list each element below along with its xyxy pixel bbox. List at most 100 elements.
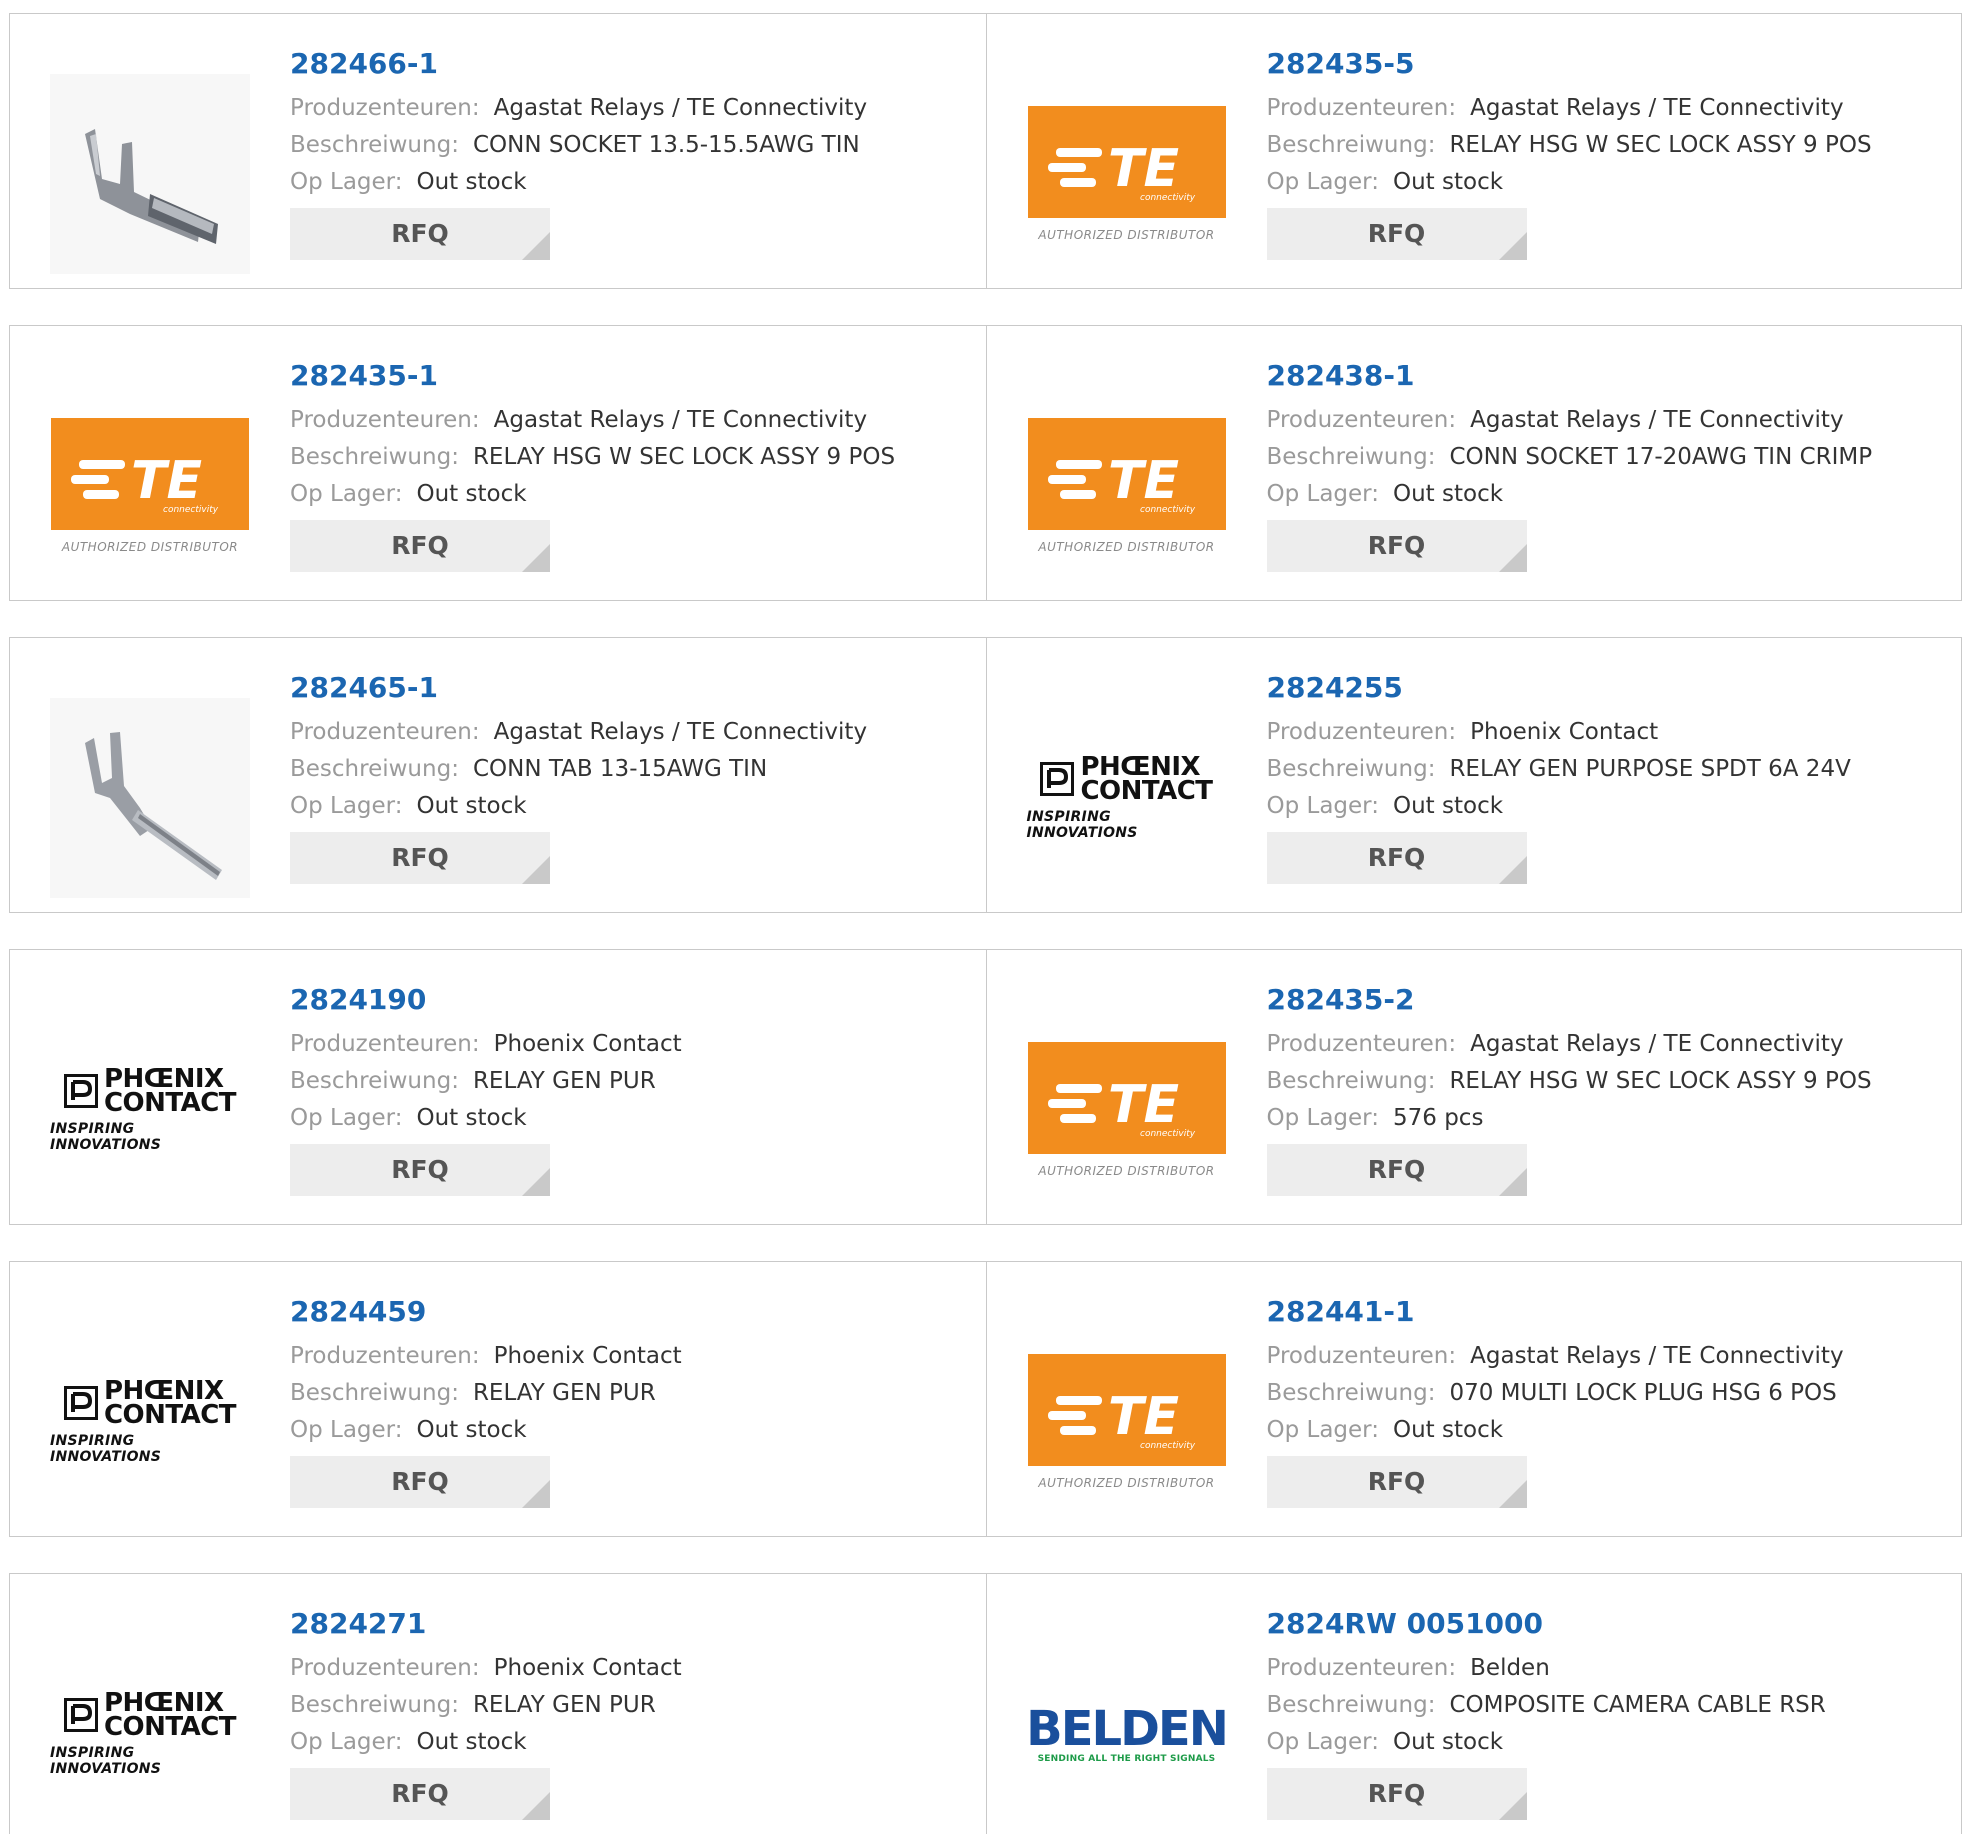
product-info: 2824190 Produzenteuren: Phoenix Contact Bes… (290, 980, 966, 1196)
product-thumbnail[interactable]: TE connectivity AUTHORIZED DISTRIBUTOR (1027, 1010, 1227, 1210)
product-thumbnail[interactable]: PHŒNIX CONTACT INSPIRING INNOVATIONS (50, 1634, 250, 1834)
product-info: 2824271 Produzenteuren: Phoenix Contact Bes… (290, 1604, 966, 1820)
part-number-link[interactable]: 2824459 (290, 1292, 966, 1338)
rfq-button[interactable]: RFQ (290, 208, 550, 260)
te-logo-tagline: AUTHORIZED DISTRIBUTOR (61, 540, 239, 554)
manufacturer-label: Produzenteuren: (1266, 407, 1457, 433)
manufacturer-label: Produzenteuren: (290, 407, 480, 433)
product-thumbnail[interactable]: TE connectivity AUTHORIZED DISTRIBUTOR (1027, 1322, 1227, 1522)
belden-logo-tagline: SENDING ALL THE RIGHT SIGNALS (1037, 1754, 1216, 1764)
product-thumbnail[interactable]: PHŒNIX CONTACT INSPIRING INNOVATIONS (1027, 698, 1227, 898)
te-logo-word: TE (131, 451, 202, 511)
te-logo-box: TE connectivity (51, 418, 249, 530)
stock-line: Op Lager: Out stock (1267, 1412, 1942, 1449)
part-number-link[interactable]: 2824255 (1267, 668, 1942, 714)
part-number-link[interactable]: 282435-5 (1267, 44, 1942, 90)
stock-line: Op Lager: 576 pcs (1267, 1100, 1942, 1137)
part-number-link[interactable]: 282438-1 (1267, 356, 1942, 402)
description-line: Beschreiwung: COMPOSITE CAMERA CABLE RSR (1267, 1687, 1942, 1724)
description-line: Beschreiwung: RELAY HSG W SEC LOCK ASSY 9… (290, 439, 966, 476)
product-thumbnail[interactable]: TE connectivity AUTHORIZED DISTRIBUTOR (1027, 74, 1227, 274)
part-number-link[interactable]: 282466-1 (290, 44, 966, 90)
te-logo-box: TE connectivity (1027, 1354, 1226, 1466)
te-logo-tagline: AUTHORIZED DISTRIBUTOR (1038, 540, 1215, 554)
product-info: 282466-1 Produzenteuren: Agastat Relays / … (290, 44, 966, 260)
rfq-button-label: RFQ (391, 219, 449, 248)
corner-triangle-icon (1498, 232, 1527, 260)
description-value: RELAY GEN PUR (472, 1380, 656, 1406)
rfq-button[interactable]: RFQ (290, 1456, 550, 1508)
te-logo-word: TE (1108, 451, 1179, 511)
description-value: CONN SOCKET 13.5-15.5AWG TIN (472, 132, 860, 158)
rfq-button[interactable]: RFQ (1266, 832, 1527, 884)
stock-line: Op Lager: Out stock (290, 476, 966, 513)
product-info: 282465-1 Produzenteuren: Agastat Relays / … (290, 668, 966, 884)
te-logo-mark: TE connectivity (1047, 1075, 1195, 1139)
te-logo-mark: TE connectivity (1047, 451, 1195, 515)
part-number-link[interactable]: 282435-2 (1267, 980, 1942, 1026)
product-thumbnail[interactable]: PHŒNIX CONTACT INSPIRING INNOVATIONS (50, 1010, 250, 1210)
stock-value: Out stock (416, 1105, 527, 1131)
rfq-button-label: RFQ (1367, 843, 1426, 872)
description-label: Beschreiwung: (1266, 1068, 1436, 1094)
manufacturer-line: Produzenteuren: Agastat Relays / TE Conne… (1267, 90, 1942, 127)
rfq-button[interactable]: RFQ (1266, 1144, 1527, 1196)
description-label: Beschreiwung: (290, 1692, 459, 1718)
corner-triangle-icon (522, 544, 550, 572)
description-line: Beschreiwung: CONN SOCKET 13.5-15.5AWG TI… (290, 127, 966, 164)
rfq-button-label: RFQ (391, 843, 449, 872)
rfq-button[interactable]: RFQ (1266, 208, 1527, 260)
product-thumbnail[interactable]: PHŒNIX CONTACT INSPIRING INNOVATIONS (50, 1322, 250, 1522)
product-thumbnail[interactable] (50, 74, 250, 274)
part-number-link[interactable]: 282435-1 (290, 356, 966, 402)
part-number-link[interactable]: 282441-1 (1267, 1292, 1942, 1338)
product-thumbnail[interactable]: TE connectivity AUTHORIZED DISTRIBUTOR (1027, 386, 1227, 586)
manufacturer-value: Phoenix Contact (493, 1031, 682, 1057)
te-logo-small: connectivity (163, 505, 219, 515)
product-thumbnail[interactable]: TE connectivity AUTHORIZED DISTRIBUTOR (50, 386, 250, 586)
part-number-link[interactable]: 2824271 (290, 1604, 966, 1650)
product-card: 282465-1 Produzenteuren: Agastat Relays / … (10, 638, 986, 912)
product-card: TE connectivity AUTHORIZED DISTRIBUTOR 2… (985, 1262, 1962, 1536)
phoenix-contact-logo: PHŒNIX CONTACT INSPIRING INNOVATIONS (50, 1066, 250, 1153)
stock-label: Op Lager: (290, 169, 403, 195)
rfq-button[interactable]: RFQ (290, 1144, 550, 1196)
rfq-button[interactable]: RFQ (290, 520, 550, 572)
description-value: RELAY HSG W SEC LOCK ASSY 9 POS (1449, 1068, 1872, 1094)
stock-line: Op Lager: Out stock (1267, 788, 1942, 825)
phoenix-logo-line2: CONTACT (103, 1400, 237, 1430)
manufacturer-label: Produzenteuren: (1266, 95, 1457, 121)
stock-label: Op Lager: (290, 1417, 403, 1443)
manufacturer-line: Produzenteuren: Phoenix Contact (1267, 714, 1942, 751)
part-number-link[interactable]: 2824190 (290, 980, 966, 1026)
product-info: 282438-1 Produzenteuren: Agastat Relays / … (1266, 356, 1942, 572)
rfq-button[interactable]: RFQ (1266, 1456, 1527, 1508)
product-info: 2824459 Produzenteuren: Phoenix Contact Bes… (290, 1292, 966, 1508)
te-logo-tagline: AUTHORIZED DISTRIBUTOR (1038, 1164, 1215, 1178)
description-value: RELAY GEN PURPOSE SPDT 6A 24V (1449, 756, 1851, 782)
manufacturer-value: Agastat Relays / TE Connectivity (1470, 407, 1844, 433)
socket-terminal-image (50, 74, 250, 274)
description-value: RELAY GEN PUR (472, 1692, 656, 1718)
part-number-link[interactable]: 282465-1 (290, 668, 966, 714)
phoenix-mark-icon (63, 1386, 98, 1420)
corner-triangle-icon (1498, 856, 1527, 884)
description-label: Beschreiwung: (290, 132, 459, 158)
phoenix-logo-line2: CONTACT (103, 1712, 237, 1742)
rfq-button[interactable]: RFQ (290, 832, 550, 884)
rfq-button[interactable]: RFQ (1266, 1768, 1527, 1820)
rfq-button-label: RFQ (391, 1779, 449, 1808)
corner-triangle-icon (522, 1168, 550, 1196)
manufacturer-value: Agastat Relays / TE Connectivity (1470, 1031, 1844, 1057)
part-number-link[interactable]: 2824RW 0051000 (1267, 1604, 1942, 1650)
rfq-button-label: RFQ (1367, 1155, 1426, 1184)
manufacturer-line: Produzenteuren: Agastat Relays / TE Conne… (290, 714, 966, 751)
product-thumbnail[interactable] (50, 698, 250, 898)
manufacturer-label: Produzenteuren: (1266, 719, 1457, 745)
phoenix-logo-tagline: INSPIRING INNOVATIONS (50, 1433, 162, 1465)
phoenix-mark-icon (63, 1074, 98, 1108)
rfq-button[interactable]: RFQ (290, 1768, 550, 1820)
rfq-button[interactable]: RFQ (1266, 520, 1527, 572)
te-logo-box: TE connectivity (1027, 106, 1226, 218)
product-thumbnail[interactable]: BELDEN SENDING ALL THE RIGHT SIGNALS (1026, 1634, 1229, 1834)
